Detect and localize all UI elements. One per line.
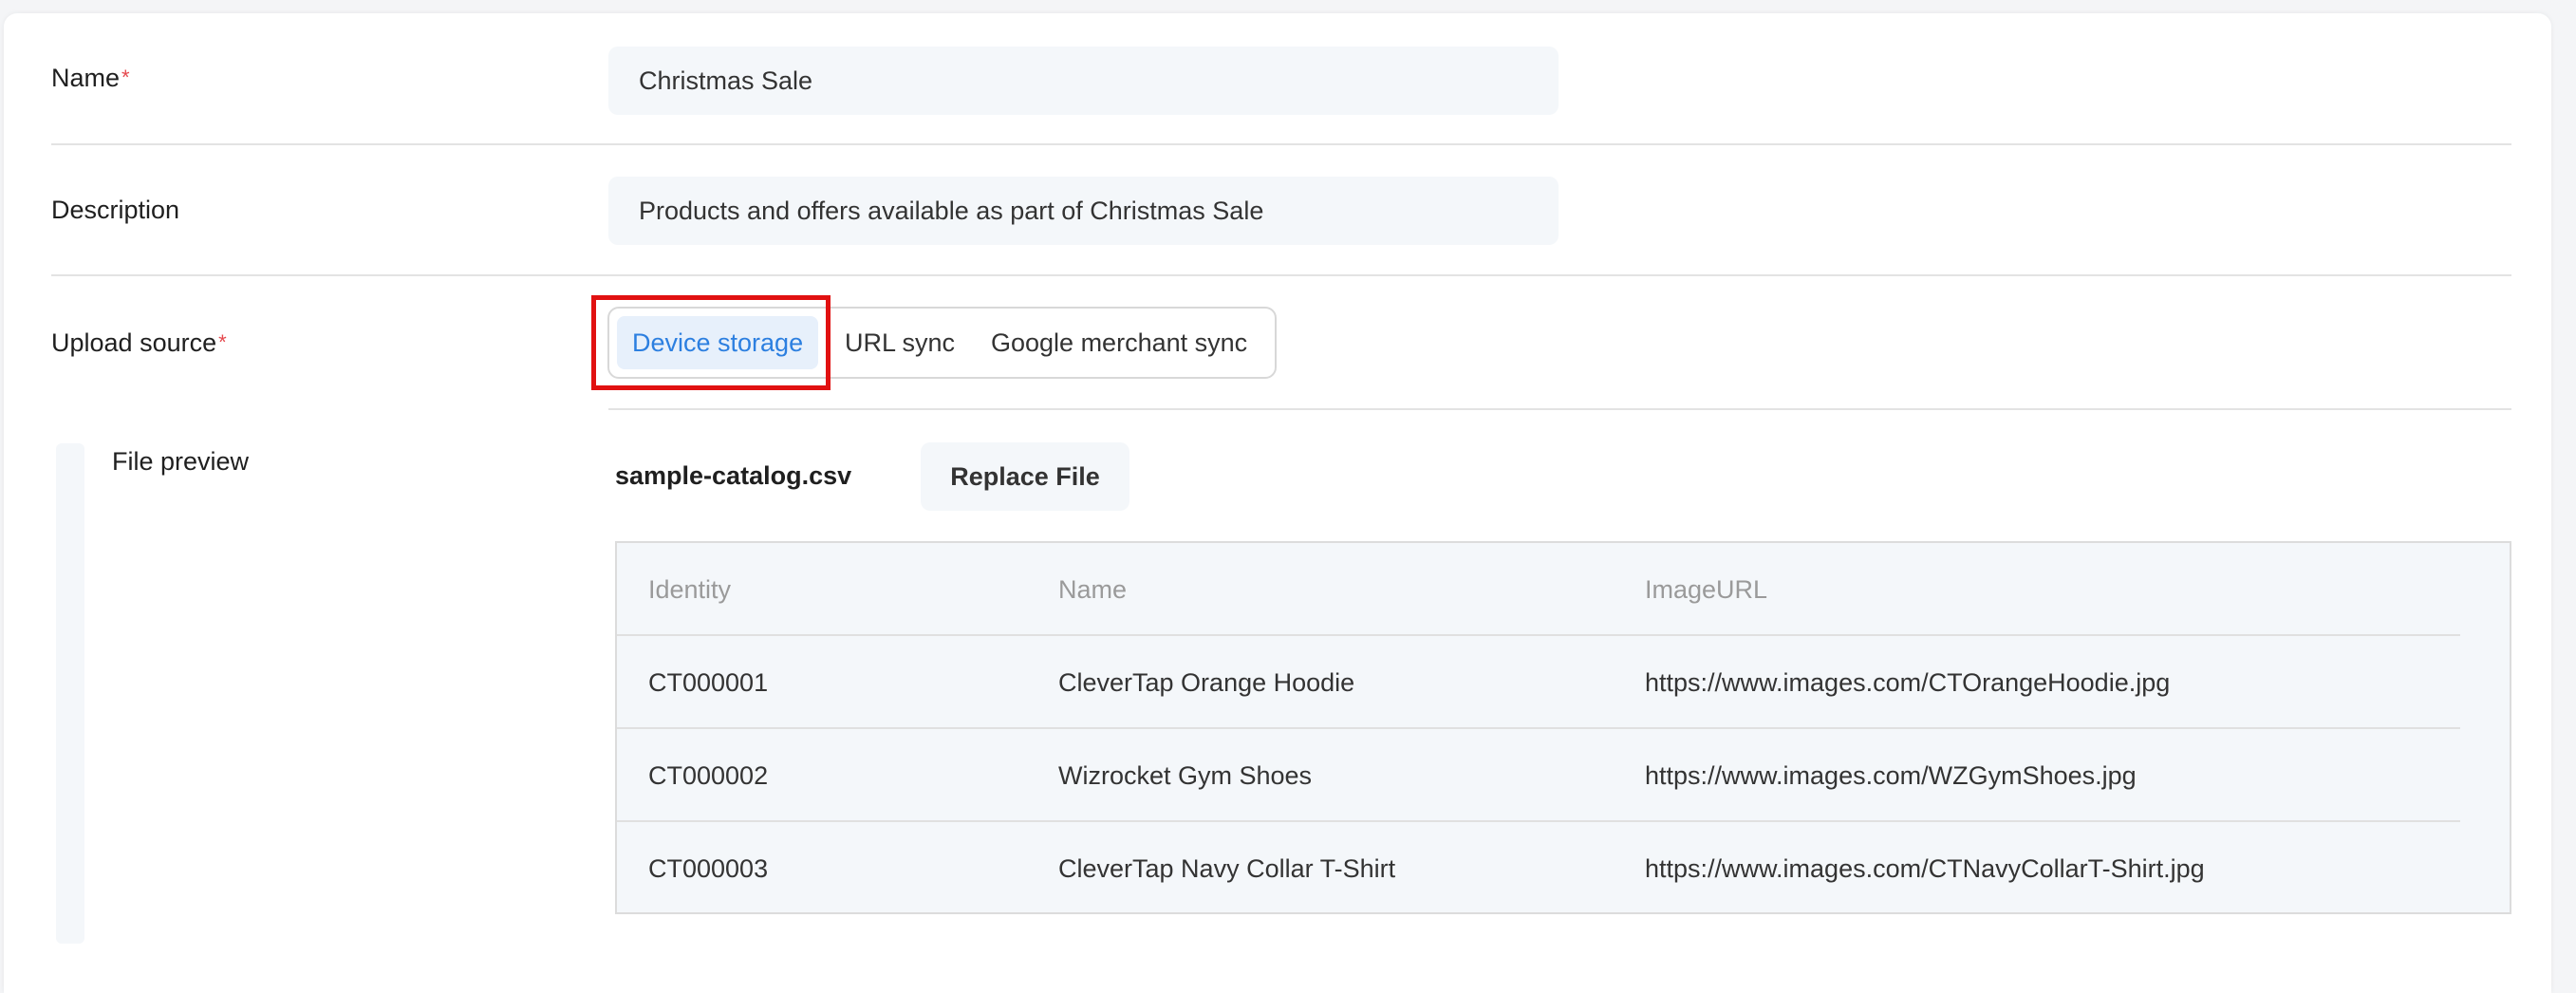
- header-imageurl: ImageURL: [1645, 575, 1768, 604]
- file-preview-label: File preview: [112, 447, 250, 476]
- cell-name: Wizrocket Gym Shoes: [1058, 761, 1313, 790]
- header-name: Name: [1058, 575, 1128, 604]
- cell-imageurl: https://www.images.com/CTNavyCollarT-Shi…: [1645, 854, 2205, 883]
- cell-imageurl: https://www.images.com/WZGymShoes.jpg: [1645, 761, 2137, 790]
- cell-name: CleverTap Navy Collar T-Shirt: [1058, 854, 1396, 883]
- cell-identity: CT000002: [648, 761, 769, 790]
- description-input[interactable]: Products and offers available as part of…: [608, 177, 1559, 245]
- name-input[interactable]: Christmas Sale: [608, 47, 1559, 115]
- option-device-storage[interactable]: Device storage: [617, 316, 819, 369]
- replace-file-button[interactable]: Replace File: [921, 442, 1129, 511]
- upload-source-selector: Device storage URL sync Google merchant …: [607, 307, 1277, 379]
- cell-identity: CT000003: [648, 854, 769, 883]
- form-card: Name* Christmas Sale Description Product…: [4, 13, 2551, 993]
- divider: [51, 274, 2511, 276]
- divider: [51, 143, 2511, 145]
- option-url-sync[interactable]: URL sync: [845, 316, 955, 369]
- table-row: CT000003 CleverTap Navy Collar T-Shirt h…: [617, 822, 2460, 915]
- required-mark: *: [218, 330, 227, 354]
- cell-name: CleverTap Orange Hoodie: [1058, 668, 1355, 697]
- upload-source-label: Upload source*: [51, 328, 227, 357]
- table-header-row: Identity Name ImageURL: [617, 543, 2460, 636]
- divider: [608, 408, 2511, 410]
- table-row: CT000002 Wizrocket Gym Shoes https://www…: [617, 729, 2460, 822]
- file-name: sample-catalog.csv: [615, 461, 852, 490]
- cell-imageurl: https://www.images.com/CTOrangeHoodie.jp…: [1645, 668, 2171, 697]
- cell-identity: CT000001: [648, 668, 769, 697]
- file-preview-table: Identity Name ImageURL CT000001 CleverTa…: [615, 541, 2511, 914]
- required-mark: *: [121, 66, 130, 89]
- preview-side-bar: [56, 443, 84, 944]
- header-identity: Identity: [648, 575, 732, 604]
- description-label: Description: [51, 196, 180, 224]
- option-google-merchant-sync[interactable]: Google merchant sync: [991, 316, 1247, 369]
- name-label: Name*: [51, 64, 130, 92]
- table-row: CT000001 CleverTap Orange Hoodie https:/…: [617, 636, 2460, 729]
